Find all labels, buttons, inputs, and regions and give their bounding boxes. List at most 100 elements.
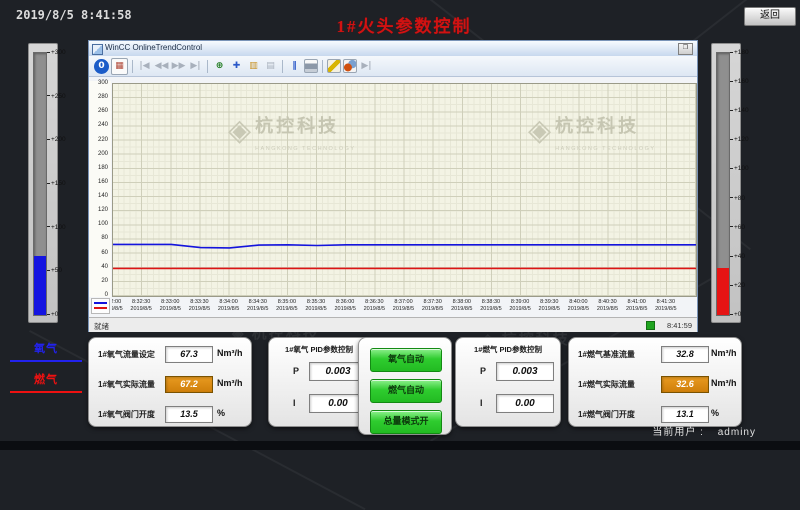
unit-label: Nm³/h [711, 348, 737, 358]
value-axis-label: 140 [98, 193, 108, 200]
panel-title: 1#氧气 PID参数控制 [269, 344, 369, 355]
oxygen-flow-gauge: +300+250+200+150+100+50+0 [28, 43, 58, 323]
value-field[interactable]: 13.1 [661, 406, 709, 423]
previous-record-icon[interactable]: ◀◀ [154, 59, 169, 74]
value-axis-label: 120 [98, 207, 108, 214]
time-axis-label: 8:41:302019/8/5 [651, 299, 681, 312]
window-title: WinCC OnlineTrendControl [105, 43, 202, 52]
value-field[interactable]: 13.5 [165, 406, 213, 423]
value-axis: 3002802602402202001801601401201008060402… [89, 81, 111, 297]
toolbar-separator [132, 60, 133, 73]
trend-plot-area[interactable]: ◈ 杭控科技 HANGKONG TECHNOLOGY ◈ 杭控科技 HANGKO… [112, 83, 697, 297]
mode-button[interactable]: 燃气自动 [370, 379, 442, 403]
help-icon[interactable]: 0 [94, 59, 109, 74]
value-field[interactable]: 67.2 [165, 376, 213, 393]
gauge-scale-label: +100 [730, 165, 749, 172]
gauge-track [716, 52, 730, 316]
oxygen-line-swatch [94, 302, 107, 304]
value-axis-label: 220 [98, 137, 108, 144]
zoom-area-icon[interactable]: ⊕ [212, 59, 227, 74]
move-trend-icon[interactable]: ✚ [229, 59, 244, 74]
field-label: 1#燃气实际流量 [578, 379, 635, 390]
time-axis-label: 8:41:002019/8/5 [622, 299, 652, 312]
next-trend-icon[interactable]: ▶| [359, 59, 374, 74]
select-archive-icon[interactable] [343, 59, 357, 73]
pid-value-field[interactable]: 0.00 [496, 394, 554, 413]
datetime-display: 2019/8/5 8:41:58 [16, 8, 132, 22]
start-stop-update-icon[interactable]: ‖ [287, 59, 302, 74]
time-axis-label: 8:39:302019/8/5 [534, 299, 564, 312]
pid-param-label: P [480, 366, 486, 376]
gauge-scale-label: +120 [730, 136, 749, 143]
gauge-scale-label: +80 [730, 195, 745, 202]
page-title: 1#火头参数控制 [337, 12, 472, 37]
series-legend: 氧气燃气 [10, 338, 82, 402]
legend-line [10, 391, 82, 393]
zoom-value-axis-icon[interactable]: ▤ [263, 59, 278, 74]
current-user-label: 当前用户 : [652, 427, 704, 438]
gauge-scale-label: +180 [730, 49, 749, 56]
legend-line [10, 360, 82, 362]
pid-row: I0.00 [464, 394, 552, 414]
maximize-button[interactable]: ❐ [678, 43, 693, 55]
time-axis-label: 8:35:002019/8/5 [272, 299, 302, 312]
time-axis-label: 8:40:002019/8/5 [563, 299, 593, 312]
back-button[interactable]: 返回 [744, 7, 796, 26]
value-axis-label: 180 [98, 165, 108, 172]
pid-value-field[interactable]: 0.003 [496, 362, 554, 381]
gauge-scale-label: +60 [730, 224, 745, 231]
gauge-scale-label: +0 [47, 311, 58, 318]
window-titlebar[interactable]: WinCC OnlineTrendControl ❐ [89, 41, 697, 57]
select-time-range-icon[interactable]: ▦ [111, 58, 128, 75]
value-field[interactable]: 67.3 [165, 346, 213, 363]
window-statusbar: 就绪 8:41:59 [89, 317, 697, 332]
field-label: 1#氧气实际流量 [98, 379, 155, 390]
last-record-icon[interactable]: ▶| [188, 59, 203, 74]
value-field[interactable]: 32.6 [661, 376, 709, 393]
field-label: 1#氧气阀门开度 [98, 409, 155, 420]
legend-label: 燃气 [10, 371, 82, 387]
time-axis-label: 8:37:002019/8/5 [389, 299, 419, 312]
time-axis-label: 8:36:002019/8/5 [330, 299, 360, 312]
gauge-fill-gas [717, 268, 729, 315]
value-axis-label: 100 [98, 221, 108, 228]
toolbar-separator [207, 60, 208, 73]
data-connection-icon[interactable] [327, 59, 341, 73]
mode-buttons-panel: 氧气自动燃气自动总量模式开 [358, 337, 452, 435]
unit-label: Nm³/h [711, 378, 737, 388]
first-record-icon[interactable]: |◀ [137, 59, 152, 74]
panel-row: 1#燃气基准流量32.8Nm³/h [569, 346, 741, 364]
status-time: 8:41:59 [667, 321, 692, 330]
current-user-value: adminy [718, 427, 756, 438]
pid-param-label: P [293, 366, 299, 376]
value-field[interactable]: 32.8 [661, 346, 709, 363]
mode-button[interactable]: 总量模式开 [370, 410, 442, 434]
time-axis-label: 8:40:302019/8/5 [593, 299, 623, 312]
gauge-scale-label: +300 [47, 49, 66, 56]
bottom-bar [0, 441, 800, 450]
value-axis-label: 240 [98, 122, 108, 129]
current-user: 当前用户 : adminy [652, 423, 756, 438]
zoom-time-axis-icon[interactable]: ▥ [246, 59, 261, 74]
gauge-scale-label: +200 [47, 136, 66, 143]
gas-flow-gauge: +180+160+140+120+100+80+60+40+20+0 [711, 43, 741, 323]
time-axis-label: 8:32:302019/8/5 [126, 299, 156, 312]
time-axis: 8:32:002019/8/58:32:302019/8/58:33:00201… [112, 297, 695, 317]
gauge-track [33, 52, 47, 316]
gauge-scale-label: +150 [47, 180, 66, 187]
gauge-scale-label: +20 [730, 282, 745, 289]
value-axis-label: 40 [101, 264, 108, 271]
gauge-scale-label: +0 [730, 311, 741, 318]
time-axis-label: 8:39:002019/8/5 [505, 299, 535, 312]
gas-pid-panel: 1#燃气 PID参数控制 P0.003I0.00 [455, 337, 561, 427]
print-icon[interactable] [304, 59, 318, 73]
pid-row: P0.003 [277, 362, 361, 382]
window-icon [92, 44, 103, 55]
next-record-icon[interactable]: ▶▶ [171, 59, 186, 74]
time-axis-label: 8:33:302019/8/5 [184, 299, 214, 312]
gas-panel: 1#燃气基准流量32.8Nm³/h1#燃气实际流量32.6Nm³/h1#燃气阀门… [568, 337, 742, 427]
time-axis-label: 8:35:302019/8/5 [301, 299, 331, 312]
value-axis-label: 300 [98, 80, 108, 87]
field-label: 1#氧气流量设定 [98, 349, 155, 360]
mode-button[interactable]: 氧气自动 [370, 348, 442, 372]
